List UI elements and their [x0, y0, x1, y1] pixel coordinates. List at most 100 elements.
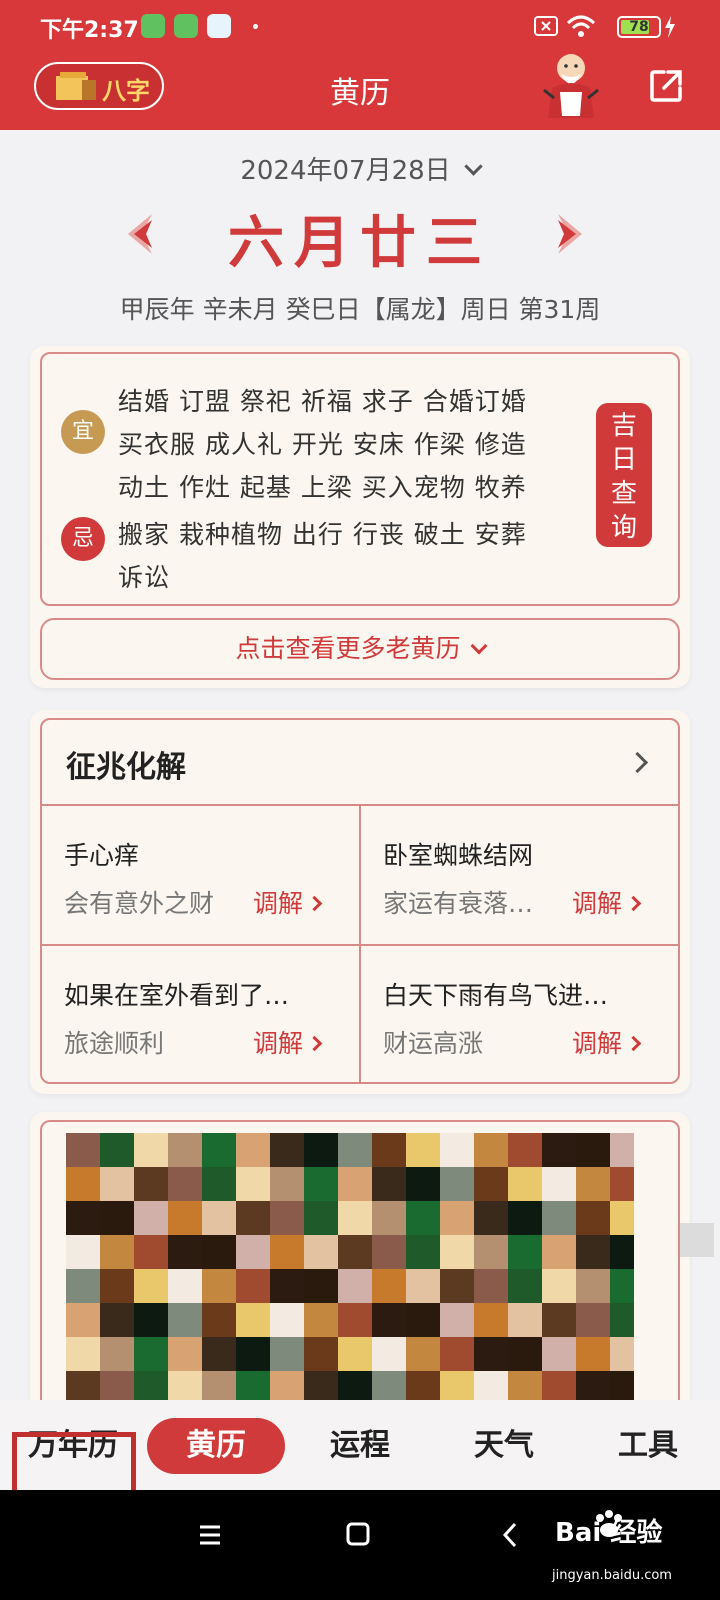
- ad-image-pixel: [100, 1371, 134, 1401]
- resolve-button[interactable]: 调解: [252, 1024, 323, 1060]
- chevron-right-icon: [625, 895, 642, 912]
- ad-image-pixel: [406, 1269, 440, 1303]
- ad-image-pixel: [338, 1371, 372, 1401]
- ad-image-pixel: [542, 1269, 576, 1303]
- resolve-label: 调解: [252, 1029, 303, 1058]
- ad-image-pixel: [440, 1201, 474, 1235]
- omen-item[interactable]: 手心痒 会有意外之财 调解: [42, 806, 344, 944]
- ad-image-pixel: [542, 1167, 576, 1201]
- ad-image-pixel: [168, 1167, 202, 1201]
- home-icon[interactable]: [346, 1522, 370, 1546]
- ad-image-pixel: [338, 1201, 372, 1235]
- tab-weather[interactable]: 天气: [458, 1418, 550, 1474]
- ad-image-pixel: [576, 1167, 610, 1201]
- ad-image-pixel: [474, 1167, 508, 1201]
- ad-image-pixel: [474, 1269, 508, 1303]
- ad-image-pixel: [372, 1167, 406, 1201]
- ad-image-pixel: [440, 1235, 474, 1269]
- more-notifications-icon: [253, 24, 258, 29]
- watermark-brand: Bai 经验: [555, 1518, 663, 1548]
- menu-icon[interactable]: [198, 1524, 222, 1546]
- ad-image-pixel: [202, 1235, 236, 1269]
- chevron-right-icon: [306, 1035, 323, 1052]
- yi-line: 动土 作灶 起基 上梁 买入宠物 牧养: [118, 473, 527, 502]
- tab-almanac[interactable]: 黄历: [147, 1418, 285, 1474]
- ad-image-pixel: [168, 1337, 202, 1371]
- more-almanac-button[interactable]: 点击查看更多老黄历: [40, 618, 680, 680]
- ad-image-pixel: [304, 1133, 338, 1167]
- ad-image-pixel: [202, 1337, 236, 1371]
- ad-image-pixel: [474, 1371, 508, 1401]
- ad-image-pixel: [474, 1303, 508, 1337]
- tab-fortune[interactable]: 运程: [314, 1418, 406, 1474]
- auspicious-day-query-button[interactable]: 吉日查询: [596, 403, 652, 547]
- ad-image-pixel: [610, 1201, 634, 1235]
- pixelated-ad-image[interactable]: [66, 1133, 634, 1401]
- app-notification-icon: [141, 14, 165, 38]
- tab-tools[interactable]: 工具: [602, 1418, 694, 1474]
- app-notification-icon: [174, 14, 198, 38]
- ad-image-pixel: [66, 1303, 100, 1337]
- ad-image-pixel: [372, 1201, 406, 1235]
- ad-image-pixel: [168, 1269, 202, 1303]
- omen-item-title: 卧室蜘蛛结网: [383, 841, 534, 870]
- ad-image-pixel: [440, 1337, 474, 1371]
- omen-item[interactable]: 卧室蜘蛛结网 家运有衰落… 调解: [361, 806, 663, 944]
- ad-image-pixel: [134, 1167, 168, 1201]
- ad-image-pixel: [202, 1167, 236, 1201]
- ad-image-pixel: [576, 1371, 610, 1401]
- ad-image-pixel: [372, 1269, 406, 1303]
- back-icon[interactable]: [502, 1522, 518, 1548]
- ad-image-pixel: [304, 1167, 338, 1201]
- ad-image-pixel: [440, 1269, 474, 1303]
- ad-image-pixel: [372, 1303, 406, 1337]
- ad-image-pixel: [100, 1269, 134, 1303]
- yi-line: 买衣服 成人礼 开光 安床 作梁 修造: [118, 430, 527, 459]
- ad-image-pixel: [542, 1337, 576, 1371]
- resolve-button[interactable]: 调解: [572, 884, 642, 920]
- omen-item-title: 如果在室外看到了…: [64, 981, 290, 1010]
- ad-image-pixel: [270, 1371, 304, 1401]
- date-picker[interactable]: 2024年07月28日: [0, 150, 720, 187]
- ad-image-pixel: [304, 1235, 338, 1269]
- ad-image-pixel: [406, 1201, 440, 1235]
- ad-image-pixel: [66, 1133, 100, 1167]
- ad-image-pixel: [66, 1269, 100, 1303]
- ad-image-pixel: [236, 1337, 270, 1371]
- resolve-label: 调解: [252, 889, 303, 918]
- ad-image-pixel: [270, 1235, 304, 1269]
- ad-image-pixel: [440, 1133, 474, 1167]
- ganzhi-info: 甲辰年 辛未月 癸巳日【属龙】周日 第31周: [119, 295, 601, 324]
- resolve-button[interactable]: 调解: [572, 1024, 642, 1060]
- ad-image-pixel: [100, 1337, 134, 1371]
- ad-image-pixel: [236, 1371, 270, 1401]
- ji-badge: 忌: [61, 517, 105, 561]
- share-icon[interactable]: [648, 68, 684, 104]
- resolve-button[interactable]: 调解: [252, 884, 323, 920]
- ad-image-pixel: [168, 1201, 202, 1235]
- status-time: 下午2:37: [40, 18, 139, 43]
- ad-image-pixel: [270, 1133, 304, 1167]
- ad-image-pixel: [304, 1201, 338, 1235]
- ad-image-pixel: [576, 1133, 610, 1167]
- ad-image-pixel: [134, 1337, 168, 1371]
- mascot-icon[interactable]: [538, 48, 604, 120]
- ad-image-pixel: [542, 1371, 576, 1401]
- ad-image-pixel: [372, 1235, 406, 1269]
- omen-item-desc: 财运高涨: [383, 1029, 484, 1058]
- app-notification-icon: [207, 14, 231, 38]
- ad-image-pixel: [134, 1133, 168, 1167]
- ji-line: 诉讼: [118, 563, 171, 592]
- ad-image-pixel: [508, 1201, 542, 1235]
- omen-item[interactable]: 如果在室外看到了… 旅途顺利 调解: [42, 946, 344, 1084]
- omen-item[interactable]: 白天下雨有鸟飞进… 财运高涨 调解: [361, 946, 663, 1084]
- ad-image-pixel: [338, 1235, 372, 1269]
- omen-item-desc: 会有意外之财: [64, 889, 215, 918]
- ad-image-pixel: [270, 1337, 304, 1371]
- sim-icon: [534, 16, 558, 36]
- next-day-arrow-icon[interactable]: [556, 212, 586, 256]
- ad-image-pixel: [576, 1303, 610, 1337]
- ad-image-pixel: [168, 1133, 202, 1167]
- ad-image-pixel: [270, 1201, 304, 1235]
- ad-image-pixel: [66, 1337, 100, 1371]
